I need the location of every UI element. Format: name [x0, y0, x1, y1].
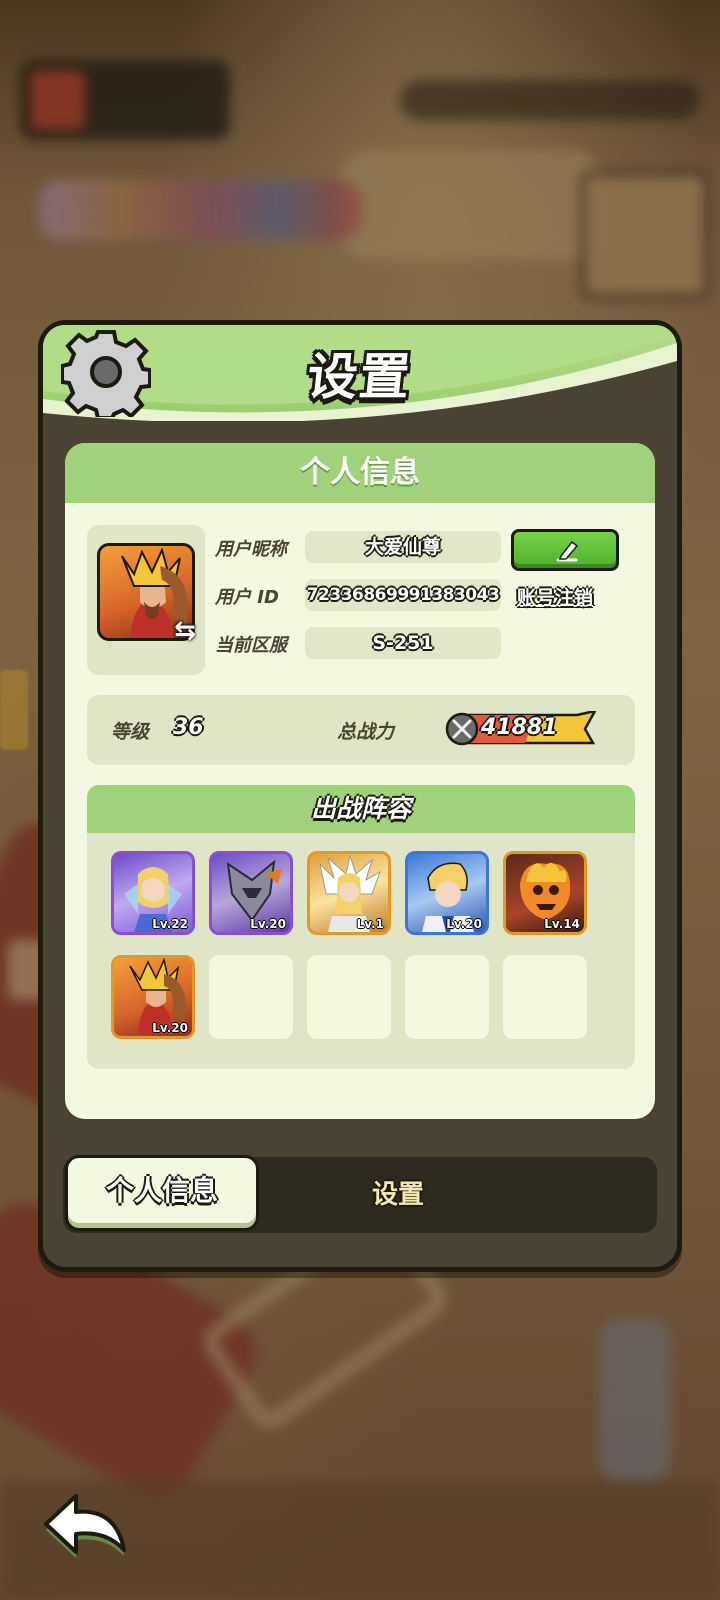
- swap-icon[interactable]: ⇆: [171, 617, 199, 645]
- user-id-value: 7233686999138​3043: [305, 579, 501, 611]
- empty-slot[interactable]: [307, 955, 391, 1039]
- tab-settings[interactable]: 设置: [323, 1157, 473, 1233]
- user-id-label: 用户 ID: [215, 587, 279, 608]
- hero-level: Lv.14: [544, 917, 580, 931]
- profile-info: ⇆ 用户昵称 大爱仙尊 用户 ID 7233686999138​3043 账号注…: [87, 525, 635, 675]
- hero-slot-3[interactable]: Lv.1: [307, 851, 391, 935]
- lineup-title: 出战阵容: [87, 785, 635, 833]
- avatar-frame: ⇆: [87, 525, 205, 675]
- power-value: 41881: [481, 715, 558, 740]
- hero-slot-4[interactable]: Lv.20: [405, 851, 489, 935]
- profile-card: 个人信息 ⇆ 用户昵称 大爱仙尊: [65, 443, 655, 1119]
- stats-row: 等级 36 总战力 41881: [87, 695, 635, 765]
- server-value: S-251: [305, 627, 501, 659]
- hero-slot-5[interactable]: Lv.14: [503, 851, 587, 935]
- tab-bar: 个人信息 设置: [63, 1155, 657, 1233]
- account-cancel-link[interactable]: 账号注销: [517, 583, 593, 610]
- power-badge: 41881: [445, 711, 597, 747]
- hero-level: Lv.1: [356, 917, 384, 931]
- hero-level: Lv.22: [152, 917, 188, 931]
- empty-slot[interactable]: [405, 955, 489, 1039]
- gear-icon: [61, 330, 151, 417]
- hero-slot-6[interactable]: Lv.20: [111, 955, 195, 1039]
- edit-nickname-button[interactable]: [511, 529, 619, 571]
- nickname-label: 用户昵称: [215, 539, 287, 560]
- nickname-value: 大爱仙尊: [305, 531, 501, 563]
- empty-slot[interactable]: [209, 955, 293, 1039]
- back-arrow-icon[interactable]: [36, 1490, 132, 1562]
- hero-level: Lv.20: [446, 917, 482, 931]
- hero-slot-1[interactable]: Lv.22: [111, 851, 195, 935]
- pencil-icon: [556, 540, 579, 562]
- level-value: 36: [173, 715, 204, 740]
- hero-level: Lv.20: [250, 917, 286, 931]
- level-label: 等级: [111, 721, 150, 743]
- settings-panel: 设置 个人信息 ⇆: [38, 320, 682, 1272]
- empty-slot[interactable]: [503, 955, 587, 1039]
- section-title: 个人信息: [65, 443, 655, 503]
- tab-personal-info[interactable]: 个人信息: [65, 1155, 259, 1231]
- battle-lineup: 出战阵容 Lv.22 Lv.20 Lv.1 Lv.20 Lv.14 Lv.20: [87, 785, 635, 1069]
- hero-level: Lv.20: [152, 1021, 188, 1035]
- hero-slot-2[interactable]: Lv.20: [209, 851, 293, 935]
- server-label: 当前区服: [215, 635, 287, 656]
- power-label: 总战力: [337, 721, 395, 743]
